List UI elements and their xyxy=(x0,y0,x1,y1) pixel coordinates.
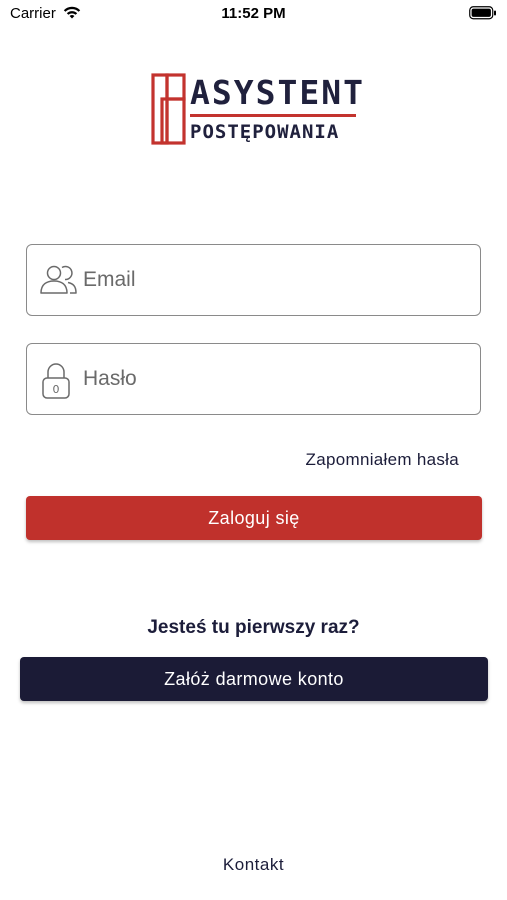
padlock-icon: 0 xyxy=(39,362,73,407)
email-field-container[interactable] xyxy=(26,244,481,316)
logo-divider xyxy=(190,114,356,117)
status-time: 11:52 PM xyxy=(221,5,286,22)
password-field-container[interactable]: 0 xyxy=(26,343,481,415)
logo-title: ASYSTENT xyxy=(190,73,365,112)
svg-text:0: 0 xyxy=(53,383,60,396)
logo-subtitle: POSTĘPOWANIA xyxy=(190,121,340,143)
contact-link[interactable]: Kontakt xyxy=(0,855,507,875)
password-input[interactable] xyxy=(83,362,463,396)
login-button[interactable]: Zaloguj się xyxy=(26,496,482,540)
users-icon xyxy=(39,263,79,302)
email-input[interactable] xyxy=(83,263,463,297)
forgot-password-link[interactable]: Zapomniałem hasła xyxy=(306,450,459,470)
app-logo: ASYSTENT POSTĘPOWANIA xyxy=(150,72,363,150)
logo-mark-icon xyxy=(151,73,186,145)
first-time-prompt: Jesteś tu pierwszy raz? xyxy=(147,617,360,638)
battery-icon xyxy=(469,6,497,25)
register-button[interactable]: Załóż darmowe konto xyxy=(20,657,488,701)
status-bar: Carrier 11:52 PM xyxy=(0,0,507,28)
